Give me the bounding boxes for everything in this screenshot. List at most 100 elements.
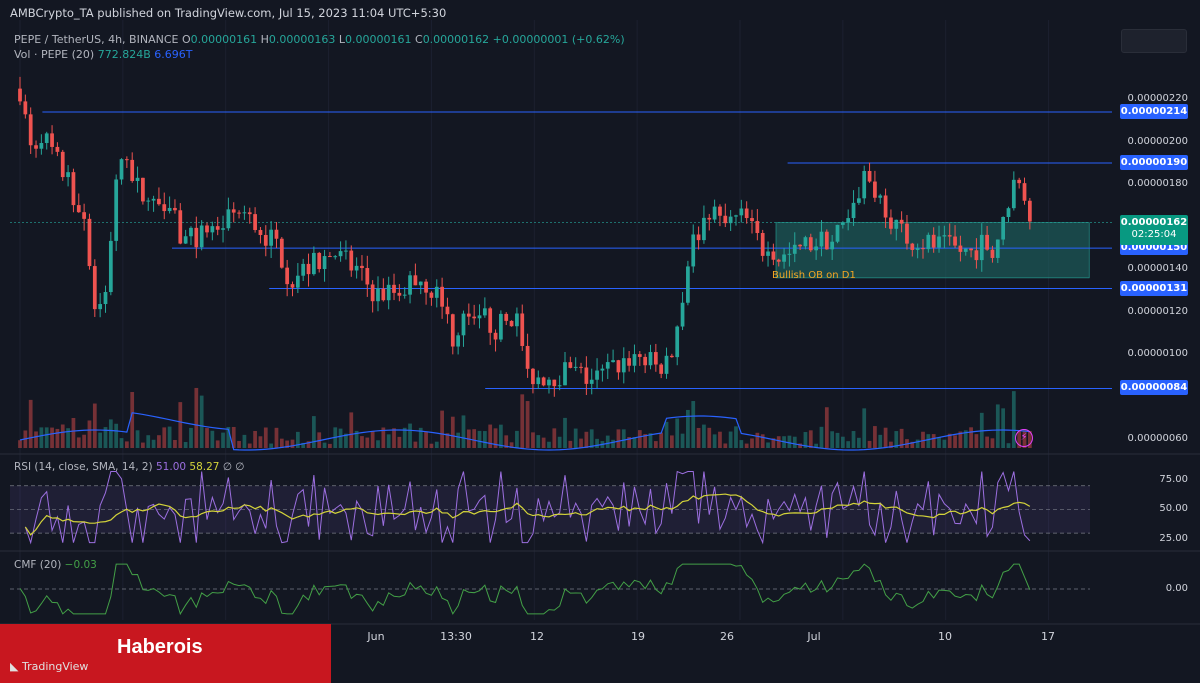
candle-body bbox=[44, 133, 49, 143]
cmf-label: CMF (20) bbox=[14, 559, 62, 571]
candle-body bbox=[253, 214, 257, 231]
candle-body bbox=[520, 313, 525, 346]
candle-body bbox=[552, 379, 557, 387]
volume-bar bbox=[659, 432, 664, 448]
volume-bar bbox=[776, 436, 781, 448]
symbol-legend: PEPE / TetherUS, 4h, BINANCE O0.00000161… bbox=[14, 33, 625, 46]
candle-body bbox=[600, 368, 605, 371]
candle-body bbox=[82, 212, 86, 219]
volume-bar bbox=[686, 409, 690, 448]
ohlc-open: 0.00000161 bbox=[190, 33, 258, 46]
candle-body bbox=[173, 207, 177, 211]
volume-bar bbox=[124, 441, 129, 448]
volume-bar bbox=[520, 394, 525, 448]
candle-body bbox=[835, 224, 840, 242]
ohlc-change: +0.00000001 (+0.62%) bbox=[492, 33, 625, 46]
candle-body bbox=[370, 284, 375, 302]
cmf-tick-label: 0.00 bbox=[1165, 583, 1188, 594]
candle-body bbox=[434, 286, 439, 298]
candle-body bbox=[1017, 179, 1022, 184]
volume-bar bbox=[274, 427, 279, 448]
ohlc-open-label: O bbox=[181, 33, 191, 46]
volume-bar bbox=[611, 439, 615, 448]
volume-bar bbox=[408, 423, 412, 448]
candle-body bbox=[894, 219, 899, 229]
candle-body bbox=[905, 223, 909, 244]
volume-bar bbox=[942, 439, 947, 448]
candle-body bbox=[995, 239, 1000, 258]
volume-bar bbox=[456, 432, 461, 448]
volume-bar bbox=[653, 441, 658, 448]
candle-body bbox=[279, 238, 284, 268]
candle-body bbox=[718, 206, 722, 216]
candle-body bbox=[734, 215, 738, 217]
candle-body bbox=[504, 313, 509, 321]
candle-body bbox=[397, 292, 402, 296]
candle-body bbox=[568, 362, 573, 368]
volume-bar bbox=[162, 427, 167, 448]
candle-body bbox=[386, 284, 391, 301]
rsi-tick-label: 50.00 bbox=[1159, 503, 1188, 515]
candle-body bbox=[873, 181, 877, 198]
volume-bar bbox=[878, 434, 883, 448]
volume-bar bbox=[376, 440, 380, 448]
volume-bar bbox=[579, 438, 583, 448]
chart-toolbar-button[interactable] bbox=[1121, 29, 1187, 53]
candle-body bbox=[269, 229, 273, 246]
volume-bar bbox=[664, 421, 669, 448]
volume-bar bbox=[199, 395, 204, 448]
volume-bar bbox=[819, 426, 824, 448]
candle-body bbox=[87, 218, 92, 267]
volume-bar bbox=[573, 428, 578, 448]
price-tick-label: 0.00000220 bbox=[1127, 93, 1188, 105]
price-tick-label: 0.00000140 bbox=[1127, 263, 1188, 275]
candle-body bbox=[958, 245, 963, 252]
volume-bar bbox=[568, 440, 573, 448]
candle-body bbox=[531, 368, 535, 385]
candle-body bbox=[851, 202, 856, 219]
volume-bar bbox=[392, 428, 396, 448]
price-tick-label: 0.00000100 bbox=[1127, 348, 1188, 360]
volume-bar bbox=[71, 417, 76, 448]
volume-bar bbox=[792, 436, 797, 448]
price-tick-label: 0.00000120 bbox=[1127, 305, 1188, 317]
volume-bar bbox=[488, 424, 493, 448]
volume-bar bbox=[675, 418, 680, 448]
candle-body bbox=[910, 243, 915, 250]
volume-bar bbox=[194, 387, 199, 448]
volume-bar bbox=[536, 435, 541, 448]
candle-body bbox=[963, 248, 968, 252]
volume-bar bbox=[60, 424, 65, 448]
volume-bar bbox=[707, 427, 712, 448]
candle-body bbox=[338, 251, 343, 257]
cmf-pane bbox=[10, 563, 1090, 616]
candle-body bbox=[226, 209, 231, 229]
volume-bar bbox=[702, 424, 706, 448]
level-price-badge: 0.00000214 bbox=[1120, 104, 1188, 120]
candle-body bbox=[141, 177, 145, 202]
candle-body bbox=[424, 281, 428, 293]
candle-body bbox=[990, 249, 995, 258]
volume-bar bbox=[119, 438, 124, 448]
rsi-pane bbox=[10, 470, 1090, 545]
volume-bar bbox=[242, 434, 247, 448]
candle-body bbox=[146, 200, 151, 202]
candle-body bbox=[488, 308, 493, 333]
volume-bar bbox=[990, 438, 995, 448]
volume-bar bbox=[482, 431, 487, 448]
volume-bar bbox=[931, 434, 936, 448]
candle-body bbox=[39, 142, 44, 149]
lightning-icon[interactable]: ⚡ bbox=[1015, 429, 1033, 447]
volume-bar bbox=[18, 440, 22, 448]
volume-bar bbox=[151, 439, 156, 448]
volume-bar bbox=[873, 426, 877, 448]
volume-bar bbox=[92, 403, 97, 448]
volume-bar bbox=[712, 434, 717, 448]
candle-body bbox=[696, 234, 701, 241]
volume-ma-value: 6.696T bbox=[154, 48, 193, 61]
candle-body bbox=[344, 250, 348, 252]
candle-body bbox=[274, 229, 279, 239]
volume-bar bbox=[167, 426, 172, 448]
volume-bar bbox=[290, 439, 295, 448]
candle-body bbox=[675, 326, 680, 358]
